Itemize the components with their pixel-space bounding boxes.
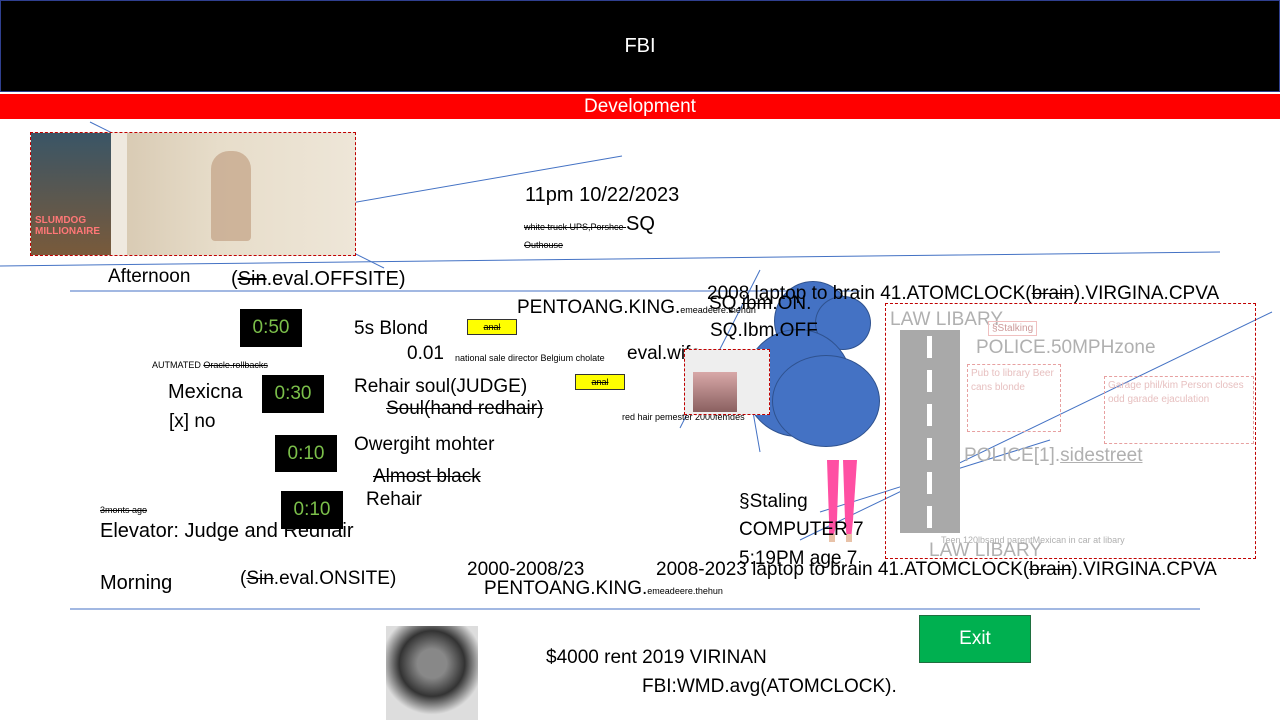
portrait-photo xyxy=(386,626,478,720)
stalking-tag: §Stalking xyxy=(988,321,1038,336)
sq-ibm-off: SQ.Ibm.OFF xyxy=(710,320,818,341)
rehair-soul: Rehair soul(JUDGE) xyxy=(354,376,528,397)
afternoon-label: Afternoon xyxy=(108,266,191,287)
elevator-label: Elevator: Judge and Redhair xyxy=(100,520,354,542)
redhair-photo-inner xyxy=(693,372,737,412)
laptop-top-prefix: 2008 laptop to brain 41.ATOMCLOCK( xyxy=(707,283,1032,304)
poster-figure xyxy=(211,151,251,241)
value-001: 0.01 xyxy=(407,343,444,364)
afternoon-eval: (Sin.eval.OFFSITE) xyxy=(231,268,405,291)
automated-struck: Oracle.rollbacks xyxy=(203,360,268,370)
datetime-label: 11pm 10/22/2023 xyxy=(525,184,680,206)
laptop-top-struck: brain xyxy=(1031,283,1074,304)
banner-label: Development xyxy=(584,95,696,117)
law-library-top: LAW LIBARY xyxy=(890,309,1003,330)
timer-box[interactable]: 0:10 xyxy=(275,435,337,472)
header-title: FBI xyxy=(624,34,656,57)
app-header: FBI xyxy=(0,0,1280,92)
laptop-bottom-prefix: 2008-2023 laptop to brain 41.ATOMCLOCK( xyxy=(656,559,1030,580)
blond-label: 5s Blond xyxy=(354,318,428,339)
police-sidestreet-prefix: POLICE[1]. xyxy=(964,445,1061,466)
laptop-top: 2008 laptop to brain 41.ATOMCLOCK(brain)… xyxy=(707,283,1219,305)
afternoon-eval-prefix: ( xyxy=(231,268,238,290)
morning-eval: (Sin.eval.ONSITE) xyxy=(240,568,396,590)
police-sidestreet: POLICE[1].sidestreet xyxy=(964,445,1142,467)
director-tiny: national sale director Belgium cholate xyxy=(455,353,605,363)
pentoang-bottom: PENTOANG.KING.emeadeere.thehun xyxy=(484,578,723,600)
sq-note-text: SQ xyxy=(626,213,655,235)
rent-label: $4000 rent 2019 VIRINAN xyxy=(546,647,767,668)
police-speed: POLICE.50MPHzone xyxy=(976,337,1156,358)
sq-note: white truck UPS,Porshce SQ xyxy=(524,213,655,236)
automated-note: AUTMATED Oracle.rollbacks xyxy=(152,360,268,370)
sq-note-struck: white truck UPS,Porshce xyxy=(524,222,627,232)
fbi-wmd-label: FBI:WMD.avg(ATOMCLOCK). xyxy=(642,676,897,697)
pub-box: Pub to library Beer cans blonde xyxy=(967,364,1061,432)
poster-cover xyxy=(31,133,111,255)
owergiht-label: Owergiht mohter xyxy=(354,434,495,455)
pentoang-bottom-text: PENTOANG.KING. xyxy=(484,578,648,599)
laptop-bottom-suffix: ).VIRGINA.CPVA xyxy=(1071,559,1217,580)
months-ago: 3monts ago xyxy=(100,505,148,515)
garage-box: Garage phil/kim Person closes odd garade… xyxy=(1104,376,1254,444)
computer7-label: COMPUTER 7 xyxy=(739,519,864,540)
laptop-bottom: 2008-2023 laptop to brain 41.ATOMCLOCK(b… xyxy=(656,559,1217,581)
mexicna-label: Mexicna xyxy=(168,381,243,403)
blue-circle xyxy=(772,355,880,447)
timer-box[interactable]: 0:50 xyxy=(240,309,302,347)
anal-tag: anal xyxy=(575,374,625,390)
road-graphic xyxy=(900,330,960,533)
morning-label: Morning xyxy=(100,572,173,594)
x-no-label: [x] no xyxy=(169,411,216,432)
anal-tag: anal xyxy=(467,319,517,335)
almost-black: Almost black xyxy=(373,466,481,487)
slumdog-poster-image: SLUMDOG MILLIONAIRE xyxy=(30,132,356,256)
automated-text: AUTMATED xyxy=(152,360,204,370)
outhouse-note: Outhouse xyxy=(524,240,564,250)
police-sidestreet-underlined: sidestreet xyxy=(1060,445,1143,466)
laptop-top-suffix: ).VIRGINA.CPVA xyxy=(1073,283,1220,304)
laptop-bottom-struck: brain xyxy=(1029,559,1072,580)
redhair-photo xyxy=(684,349,770,415)
morning-eval-struck: Sin xyxy=(246,568,274,589)
morning-eval-rest: .eval.ONSITE) xyxy=(273,568,397,589)
poster-title-line2: MILLIONAIRE xyxy=(35,226,100,237)
rehair-label: Rehair xyxy=(366,489,422,510)
exit-button[interactable]: Exit xyxy=(919,615,1031,663)
staling-label: §Staling xyxy=(739,491,808,512)
soul-struck: Soul(hand redhair) xyxy=(386,398,544,419)
afternoon-eval-struck: Sin xyxy=(237,268,267,290)
pentoang-bottom-tiny: emeadeere.thehun xyxy=(647,586,723,596)
poster-title-line1: SLUMDOG xyxy=(35,215,87,226)
development-banner: Development xyxy=(0,94,1280,119)
pentoang-top-text: PENTOANG.KING. xyxy=(517,297,681,318)
afternoon-eval-rest: .eval.OFFSITE) xyxy=(266,268,406,290)
timer-box[interactable]: 0:30 xyxy=(262,375,324,413)
